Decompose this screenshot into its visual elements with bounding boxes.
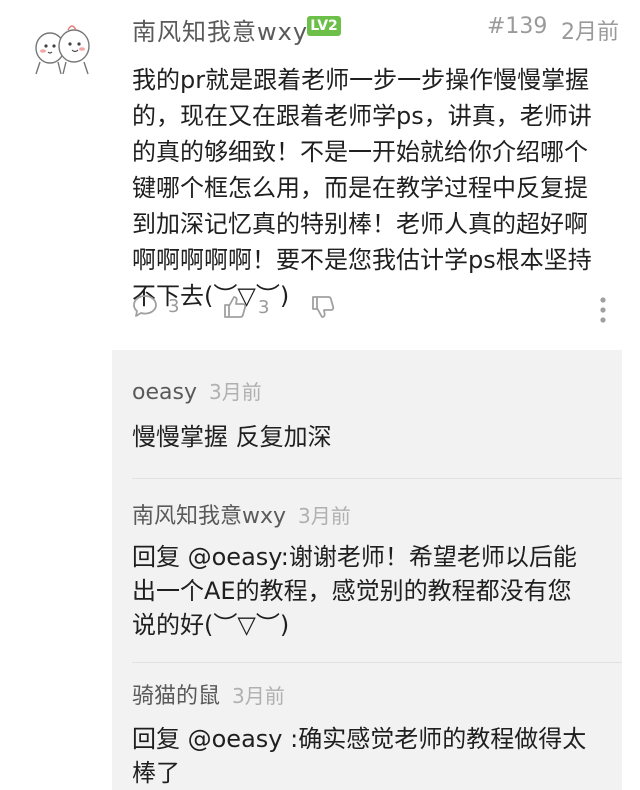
like-count: 3 [258, 296, 270, 318]
user-name[interactable]: 南风知我意wxy [132, 12, 308, 47]
reply-body: 回复 @oeasy:谢谢老师！希望老师以后能 出一个AE的教程，感觉别的教程都没… [132, 543, 577, 639]
reply-user[interactable]: 骑猫的鼠 [132, 684, 220, 709]
reply-meta: 骑猫的鼠 3月前 [132, 678, 285, 710]
reply-meta: oeasy 3月前 [132, 376, 262, 405]
reply-user[interactable]: oeasy [132, 380, 197, 405]
reply-divider [132, 662, 622, 663]
post-body: 我的pr就是跟着老师一步一步操作慢慢掌握 的，现在又在跟着老师学ps，讲真，老师… [132, 66, 592, 310]
reply-meta: 南风知我意wxy 3月前 [132, 498, 351, 530]
like-button[interactable]: 3 [222, 294, 269, 320]
thumbs-down-icon [312, 296, 335, 318]
reply-body: 慢慢掌握 反复加深 [132, 423, 332, 451]
post-time: 2月前 [561, 20, 619, 45]
thumbs-up-icon [224, 296, 247, 318]
reply-time: 3月前 [298, 504, 351, 528]
comment-button[interactable]: 3 [132, 294, 179, 318]
reply-time: 3月前 [232, 684, 285, 708]
reply-time: 3月前 [208, 380, 262, 404]
floor-number: #139 [487, 14, 548, 39]
more-vertical-icon[interactable] [595, 296, 611, 328]
reply-body: 回复 @oeasy :确实感觉老师的教程做得太 棒了 [132, 725, 587, 787]
replies-panel: oeasy 3月前 慢慢掌握 反复加深 南风知我意wxy 3月前 回复 @oeasy… [112, 350, 622, 790]
comment-count: 3 [168, 295, 180, 317]
reply-divider [132, 478, 622, 479]
dislike-button[interactable] [310, 294, 336, 320]
user-avatar[interactable] [28, 12, 100, 84]
comment-icon [133, 295, 157, 317]
level-badge: LV2 [307, 16, 341, 36]
reply-user[interactable]: 南风知我意wxy [132, 504, 286, 529]
